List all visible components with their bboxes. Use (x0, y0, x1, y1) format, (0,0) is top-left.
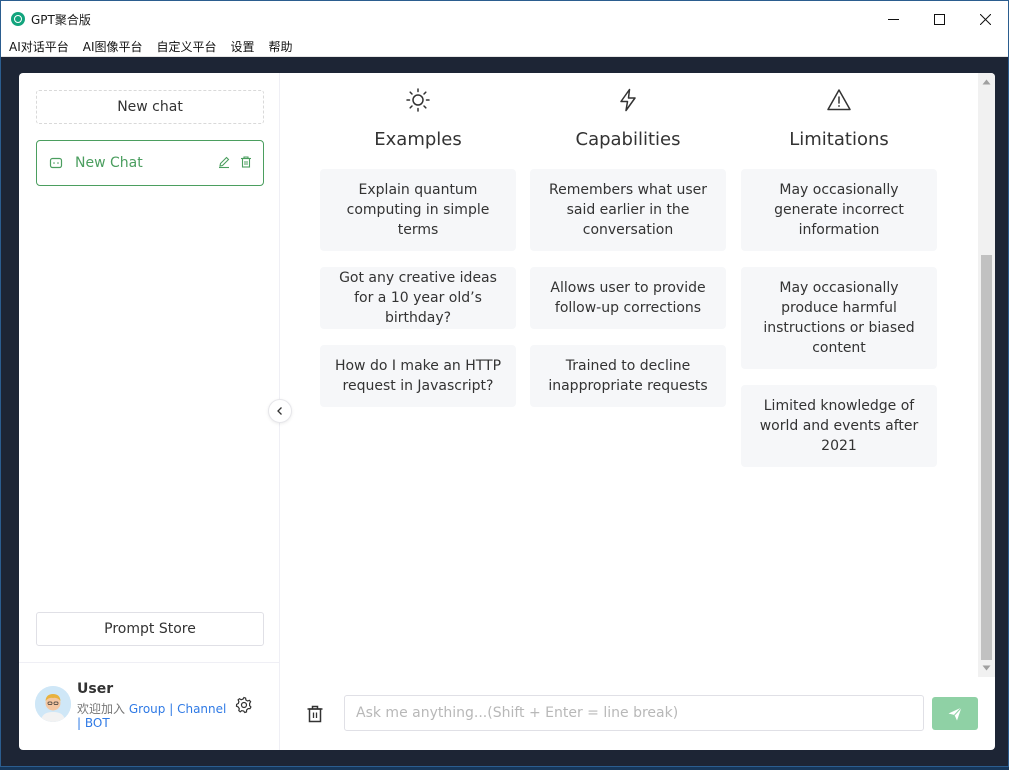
prompt-store-button[interactable]: Prompt Store (36, 612, 264, 646)
example-card[interactable]: Got any creative ideas for a 10 year old… (320, 267, 516, 329)
settings-gear-icon[interactable] (235, 696, 253, 714)
capability-card: Trained to decline inappropriate request… (530, 345, 726, 407)
bot-link[interactable]: BOT (85, 716, 110, 730)
user-info: User 欢迎加入 Group | Channel | BOT (19, 662, 280, 750)
scrollbar-thumb[interactable] (981, 255, 992, 660)
welcome-content: Examples Explain quantum computing in si… (281, 73, 978, 750)
maximize-button[interactable] (916, 1, 962, 37)
window-title: GPT聚合版 (31, 12, 91, 27)
app-logo-icon (11, 12, 25, 26)
limitation-card: Limited knowledge of world and events af… (741, 385, 937, 467)
chat-bubble-icon (49, 156, 63, 170)
scroll-down-arrow-icon[interactable] (982, 665, 991, 671)
capability-card: Allows user to provide follow-up correct… (530, 267, 726, 329)
delete-icon[interactable] (239, 155, 253, 173)
capability-card: Remembers what user said earlier in the … (530, 169, 726, 251)
community-links: 欢迎加入 Group | Channel (77, 700, 226, 717)
sidebar: New chat New Chat Prompt Store User 欢迎加入… (19, 73, 280, 750)
menu-help[interactable]: 帮助 (261, 37, 299, 57)
edit-icon[interactable] (217, 155, 231, 173)
link-separator: | (169, 702, 174, 716)
new-chat-button[interactable]: New chat (36, 90, 264, 124)
chat-message-input[interactable] (344, 695, 924, 731)
chat-input-row (281, 677, 995, 750)
clear-chat-trash-icon[interactable] (305, 704, 325, 724)
main-panel: New chat New Chat Prompt Store User 欢迎加入… (19, 73, 995, 750)
menu-ai-image[interactable]: AI图像平台 (75, 37, 149, 57)
close-button[interactable] (962, 1, 1008, 37)
title-bar[interactable]: GPT聚合版 (1, 1, 1008, 37)
warning-icon (741, 87, 937, 113)
example-card[interactable]: How do I make an HTTP request in Javascr… (320, 345, 516, 407)
column-title: Capabilities (575, 129, 681, 150)
bot-link-row: | BOT (77, 716, 110, 730)
chat-item-actions (217, 155, 253, 173)
example-card[interactable]: Explain quantum computing in simple term… (320, 169, 516, 251)
chat-list-item[interactable]: New Chat (36, 140, 264, 186)
welcome-text: 欢迎加入 (77, 702, 126, 716)
link-separator: | (77, 716, 82, 730)
minimize-button[interactable] (870, 1, 916, 37)
scroll-up-arrow-icon[interactable] (982, 79, 991, 85)
menu-custom-platform[interactable]: 自定义平台 (149, 37, 223, 57)
vertical-scrollbar[interactable] (978, 73, 995, 677)
channel-link[interactable]: Channel (177, 702, 226, 716)
limitation-card: May occasionally generate incorrect info… (741, 169, 937, 251)
limitation-card: May occasionally produce harmful instruc… (741, 267, 937, 369)
lightning-icon (530, 87, 726, 113)
user-name: User (77, 681, 114, 697)
group-link[interactable]: Group (129, 702, 166, 716)
column-title: Examples (374, 129, 462, 150)
send-icon (948, 706, 962, 720)
menu-settings[interactable]: 设置 (223, 37, 261, 57)
sun-icon (320, 87, 516, 113)
send-button[interactable] (932, 697, 978, 730)
avatar[interactable] (35, 686, 71, 722)
column-title: Limitations (789, 129, 889, 150)
menu-bar: AI对话平台 AI图像平台 自定义平台 设置 帮助 (1, 37, 1008, 57)
window-controls (870, 1, 1008, 37)
chat-item-label: New Chat (75, 155, 143, 171)
menu-ai-chat[interactable]: AI对话平台 (1, 37, 75, 57)
app-window: GPT聚合版 AI对话平台 AI图像平台 自定义平台 设置 帮助 New cha… (0, 0, 1009, 767)
